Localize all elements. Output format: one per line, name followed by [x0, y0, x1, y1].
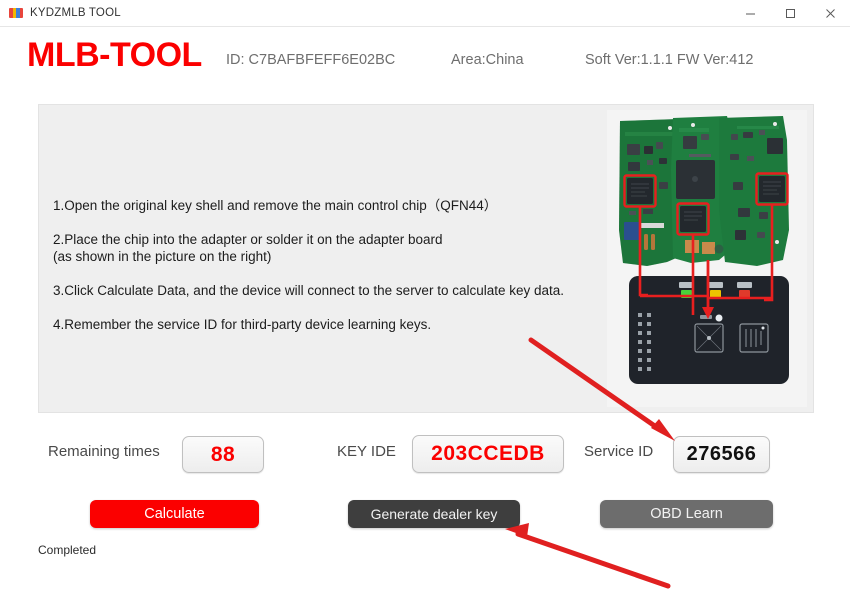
instruction-step-4: 4.Remember the service ID for third-part…: [53, 317, 432, 332]
maximize-icon[interactable]: [770, 0, 810, 26]
remaining-times-value: 88: [210, 442, 236, 466]
pcb-illustration-svg: [607, 110, 807, 407]
instruction-step-1: 1.Open the original key shell and remove…: [53, 198, 498, 213]
area-label: Area:China: [451, 52, 524, 68]
key-ide-value: 203CCEDB: [431, 442, 545, 465]
instruction-step-3: 3.Click Calculate Data, and the device w…: [53, 283, 565, 298]
instruction-steps: 1.Open the original key shell and remove…: [53, 197, 578, 333]
window-title-bar: KYDZMLB TOOL: [0, 0, 850, 27]
device-id-label: ID: C7BAFBFEFF6E02BC: [226, 52, 396, 68]
close-icon[interactable]: [810, 0, 850, 26]
app-brand-title: MLB-TOOL: [27, 36, 202, 74]
generate-dealer-key-button[interactable]: Generate dealer key: [348, 500, 520, 528]
service-id-label: Service ID: [584, 443, 654, 460]
instruction-step-2: 2.Place the chip into the adapter or sol…: [53, 231, 578, 265]
remaining-times-label: Remaining times: [48, 443, 160, 460]
obd-learn-button[interactable]: OBD Learn: [600, 500, 773, 528]
instruction-step-2-line-1: 2.Place the chip into the adapter or sol…: [53, 232, 443, 247]
status-text: Completed: [38, 543, 97, 557]
key-ide-label: KEY IDE: [337, 443, 396, 460]
app-logo-icon: [9, 8, 23, 18]
service-id-field[interactable]: 276566: [673, 436, 770, 473]
key-ide-field[interactable]: 203CCEDB: [412, 435, 564, 473]
service-id-value: 276566: [686, 443, 757, 465]
calculate-button[interactable]: Calculate: [90, 500, 259, 528]
instruction-step-2-line-2: (as shown in the picture on the right): [53, 249, 272, 264]
version-label: Soft Ver:1.1.1 FW Ver:412: [585, 52, 754, 68]
remaining-times-field[interactable]: 88: [182, 436, 264, 473]
arrow-to-generate-dealer-key-icon: [505, 523, 671, 589]
minimize-icon[interactable]: [730, 0, 770, 26]
instructions-panel: 1.Open the original key shell and remove…: [38, 104, 814, 413]
window-title: KYDZMLB TOOL: [30, 7, 121, 19]
pcb-and-adapter-photo: [607, 110, 807, 407]
window-controls: [730, 0, 850, 26]
